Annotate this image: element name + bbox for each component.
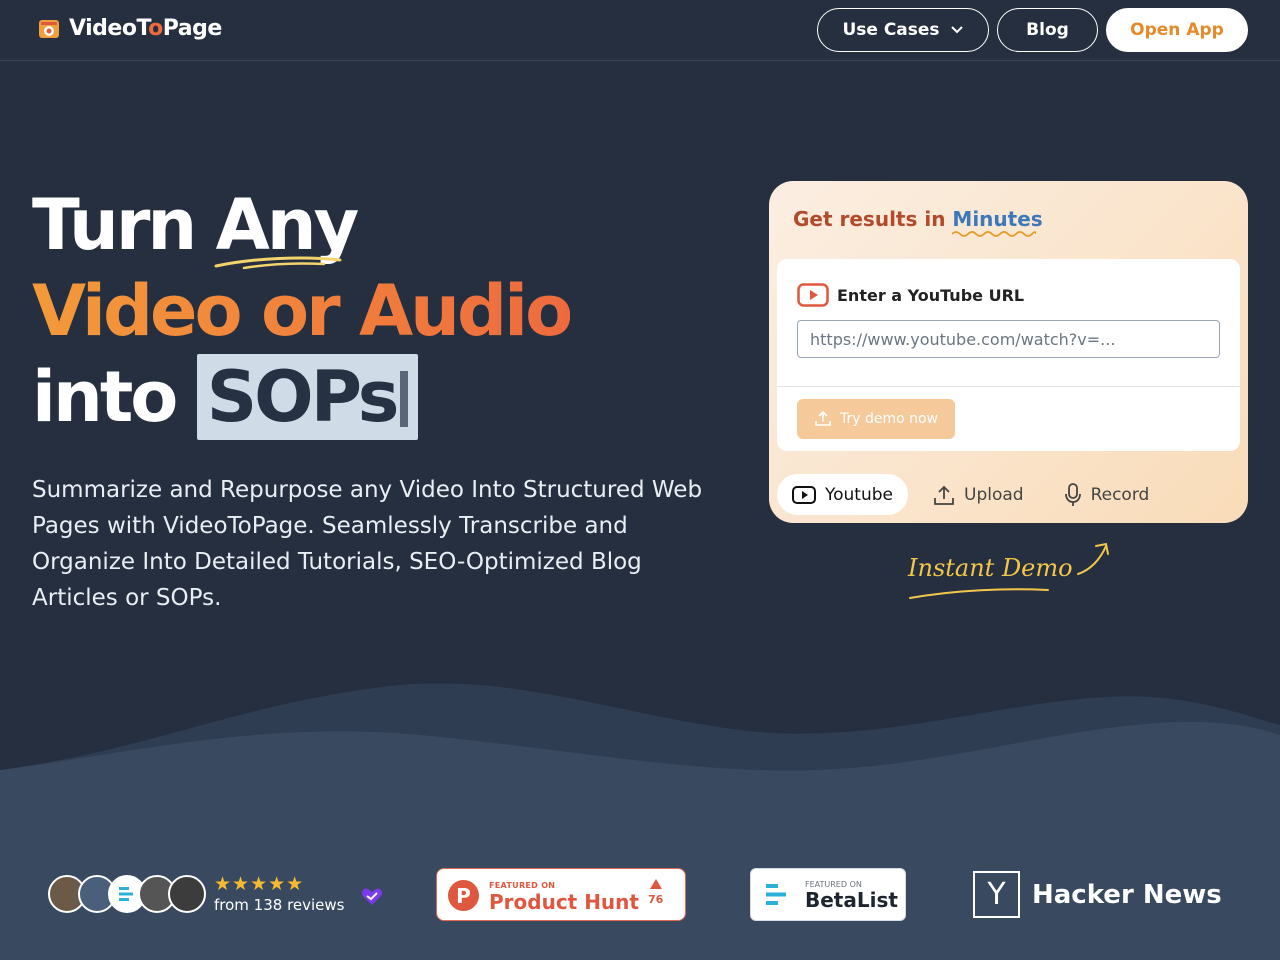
- try-demo-label: Try demo now: [839, 411, 939, 427]
- upload-icon: [815, 410, 831, 426]
- use-cases-dropdown[interactable]: Use Cases: [817, 8, 989, 52]
- youtube-url-input[interactable]: [797, 320, 1220, 358]
- upload-icon: [934, 485, 954, 505]
- blog-label: Blog: [1026, 20, 1069, 40]
- instant-demo-annotation: Instant Demo: [906, 540, 1116, 608]
- avatar-group: [48, 875, 206, 913]
- tab-youtube[interactable]: Youtube: [777, 474, 908, 515]
- verified-heart-icon: [361, 888, 382, 905]
- hero-subtitle: Summarize and Repurpose any Video Into S…: [32, 477, 703, 611]
- squiggle-underline: [952, 231, 1037, 237]
- logo-icon: [39, 19, 59, 38]
- hackernews-badge[interactable]: Y Hacker News: [973, 871, 1222, 918]
- hero-turn: Turn: [32, 184, 197, 266]
- open-app-label: Open App: [1130, 20, 1224, 40]
- youtube-icon: [792, 485, 816, 504]
- try-demo-button[interactable]: Try demo now: [797, 399, 955, 439]
- wave-decoration: [0, 683, 1280, 820]
- blog-button[interactable]: Blog: [997, 8, 1098, 52]
- avatar: [168, 875, 206, 913]
- hero-line-3: into SOPs: [32, 354, 570, 440]
- youtube-icon: [797, 283, 829, 307]
- top-navbar: VideoToPage Use Cases Blog Open App: [0, 0, 1280, 61]
- text-cursor: [400, 371, 409, 427]
- divider: [777, 386, 1240, 387]
- typed-word-highlight: SOPs: [196, 354, 419, 440]
- reviews-widget[interactable]: ★★★★★ from 138 reviews: [48, 874, 383, 914]
- betalist-badge[interactable]: FEATURED ON BetaList: [750, 868, 906, 921]
- youtube-url-card: Get results in Minutes Enter a YouTube U…: [769, 181, 1248, 523]
- upvote-count: 76: [648, 879, 663, 907]
- chevron-down-icon: [950, 26, 963, 34]
- betalist-logo-icon: [766, 884, 786, 905]
- card-title: Get results in Minutes: [793, 207, 1043, 237]
- logo[interactable]: VideoToPage: [37, 16, 222, 41]
- upvote-triangle-icon: [649, 879, 662, 889]
- hero-line-2: Video or Audio: [32, 270, 573, 352]
- star-icons: ★★★★★: [214, 873, 305, 895]
- youtube-url-label: Enter a YouTube URL: [797, 283, 1024, 307]
- hero-any: Any: [214, 182, 359, 270]
- rating: ★★★★★ from 138 reviews: [214, 874, 345, 914]
- review-count: from 138 reviews: [214, 896, 345, 914]
- producthunt-badge[interactable]: P FEATURED ON Product Hunt 76: [436, 868, 686, 921]
- underline-decoration: [214, 256, 342, 270]
- producthunt-logo-icon: P: [448, 880, 479, 911]
- hero-into: into: [32, 356, 178, 438]
- microphone-icon: [1064, 482, 1081, 506]
- tab-upload[interactable]: Upload: [918, 474, 1039, 515]
- input-mode-tabs: Youtube Upload Record: [777, 474, 1164, 515]
- hero-line-1: Turn Any: [32, 182, 570, 270]
- tab-record[interactable]: Record: [1049, 474, 1165, 515]
- open-app-button[interactable]: Open App: [1106, 8, 1248, 52]
- url-form: Enter a YouTube URL Try demo now: [777, 259, 1240, 451]
- hackernews-logo-icon: Y: [973, 871, 1020, 918]
- logo-text: VideoToPage: [69, 16, 222, 41]
- use-cases-label: Use Cases: [842, 20, 940, 40]
- hero-title: Turn Any Video or Audio into SOPs: [32, 182, 573, 440]
- instant-demo-text: Instant Demo: [907, 554, 1073, 582]
